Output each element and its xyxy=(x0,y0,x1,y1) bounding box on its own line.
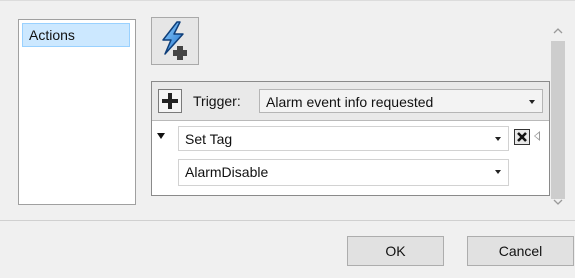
sidebar-list[interactable]: Actions xyxy=(18,19,136,205)
tag-value: AlarmDisable xyxy=(185,164,269,180)
drag-handle-icon[interactable] xyxy=(534,131,540,141)
collapse-triangle-icon[interactable] xyxy=(157,133,165,139)
chevron-down-icon xyxy=(529,100,535,104)
remove-action-button[interactable] xyxy=(514,129,530,145)
trigger-label: Trigger: xyxy=(193,93,241,109)
ok-button[interactable]: OK xyxy=(347,236,444,266)
trigger-row: Trigger: Alarm event info requested xyxy=(152,82,549,121)
add-action-button[interactable] xyxy=(151,17,199,65)
cancel-button[interactable]: Cancel xyxy=(467,236,574,266)
tag-value-dropdown[interactable]: AlarmDisable xyxy=(178,159,509,186)
scroll-up-icon[interactable] xyxy=(552,24,564,36)
top-divider xyxy=(0,0,575,1)
chevron-down-icon xyxy=(495,137,501,141)
sidebar-item-actions[interactable]: Actions xyxy=(22,23,130,47)
action-type-dropdown[interactable]: Set Tag xyxy=(178,126,509,151)
trigger-value: Alarm event info requested xyxy=(266,94,434,110)
scrollbar-thumb[interactable] xyxy=(551,41,565,199)
action-type-value: Set Tag xyxy=(185,131,233,147)
chevron-down-icon xyxy=(495,170,501,174)
trigger-dropdown[interactable]: Alarm event info requested xyxy=(259,89,543,113)
action-panel: Trigger: Alarm event info requested Set … xyxy=(151,81,550,196)
bottom-divider xyxy=(0,220,575,221)
dialog: Actions Trigger: Alarm event info reques… xyxy=(0,0,575,278)
sidebar-item-label: Actions xyxy=(29,27,75,43)
scroll-down-icon[interactable] xyxy=(552,195,564,207)
add-trigger-button[interactable] xyxy=(158,89,182,113)
vertical-scrollbar[interactable] xyxy=(549,17,567,210)
